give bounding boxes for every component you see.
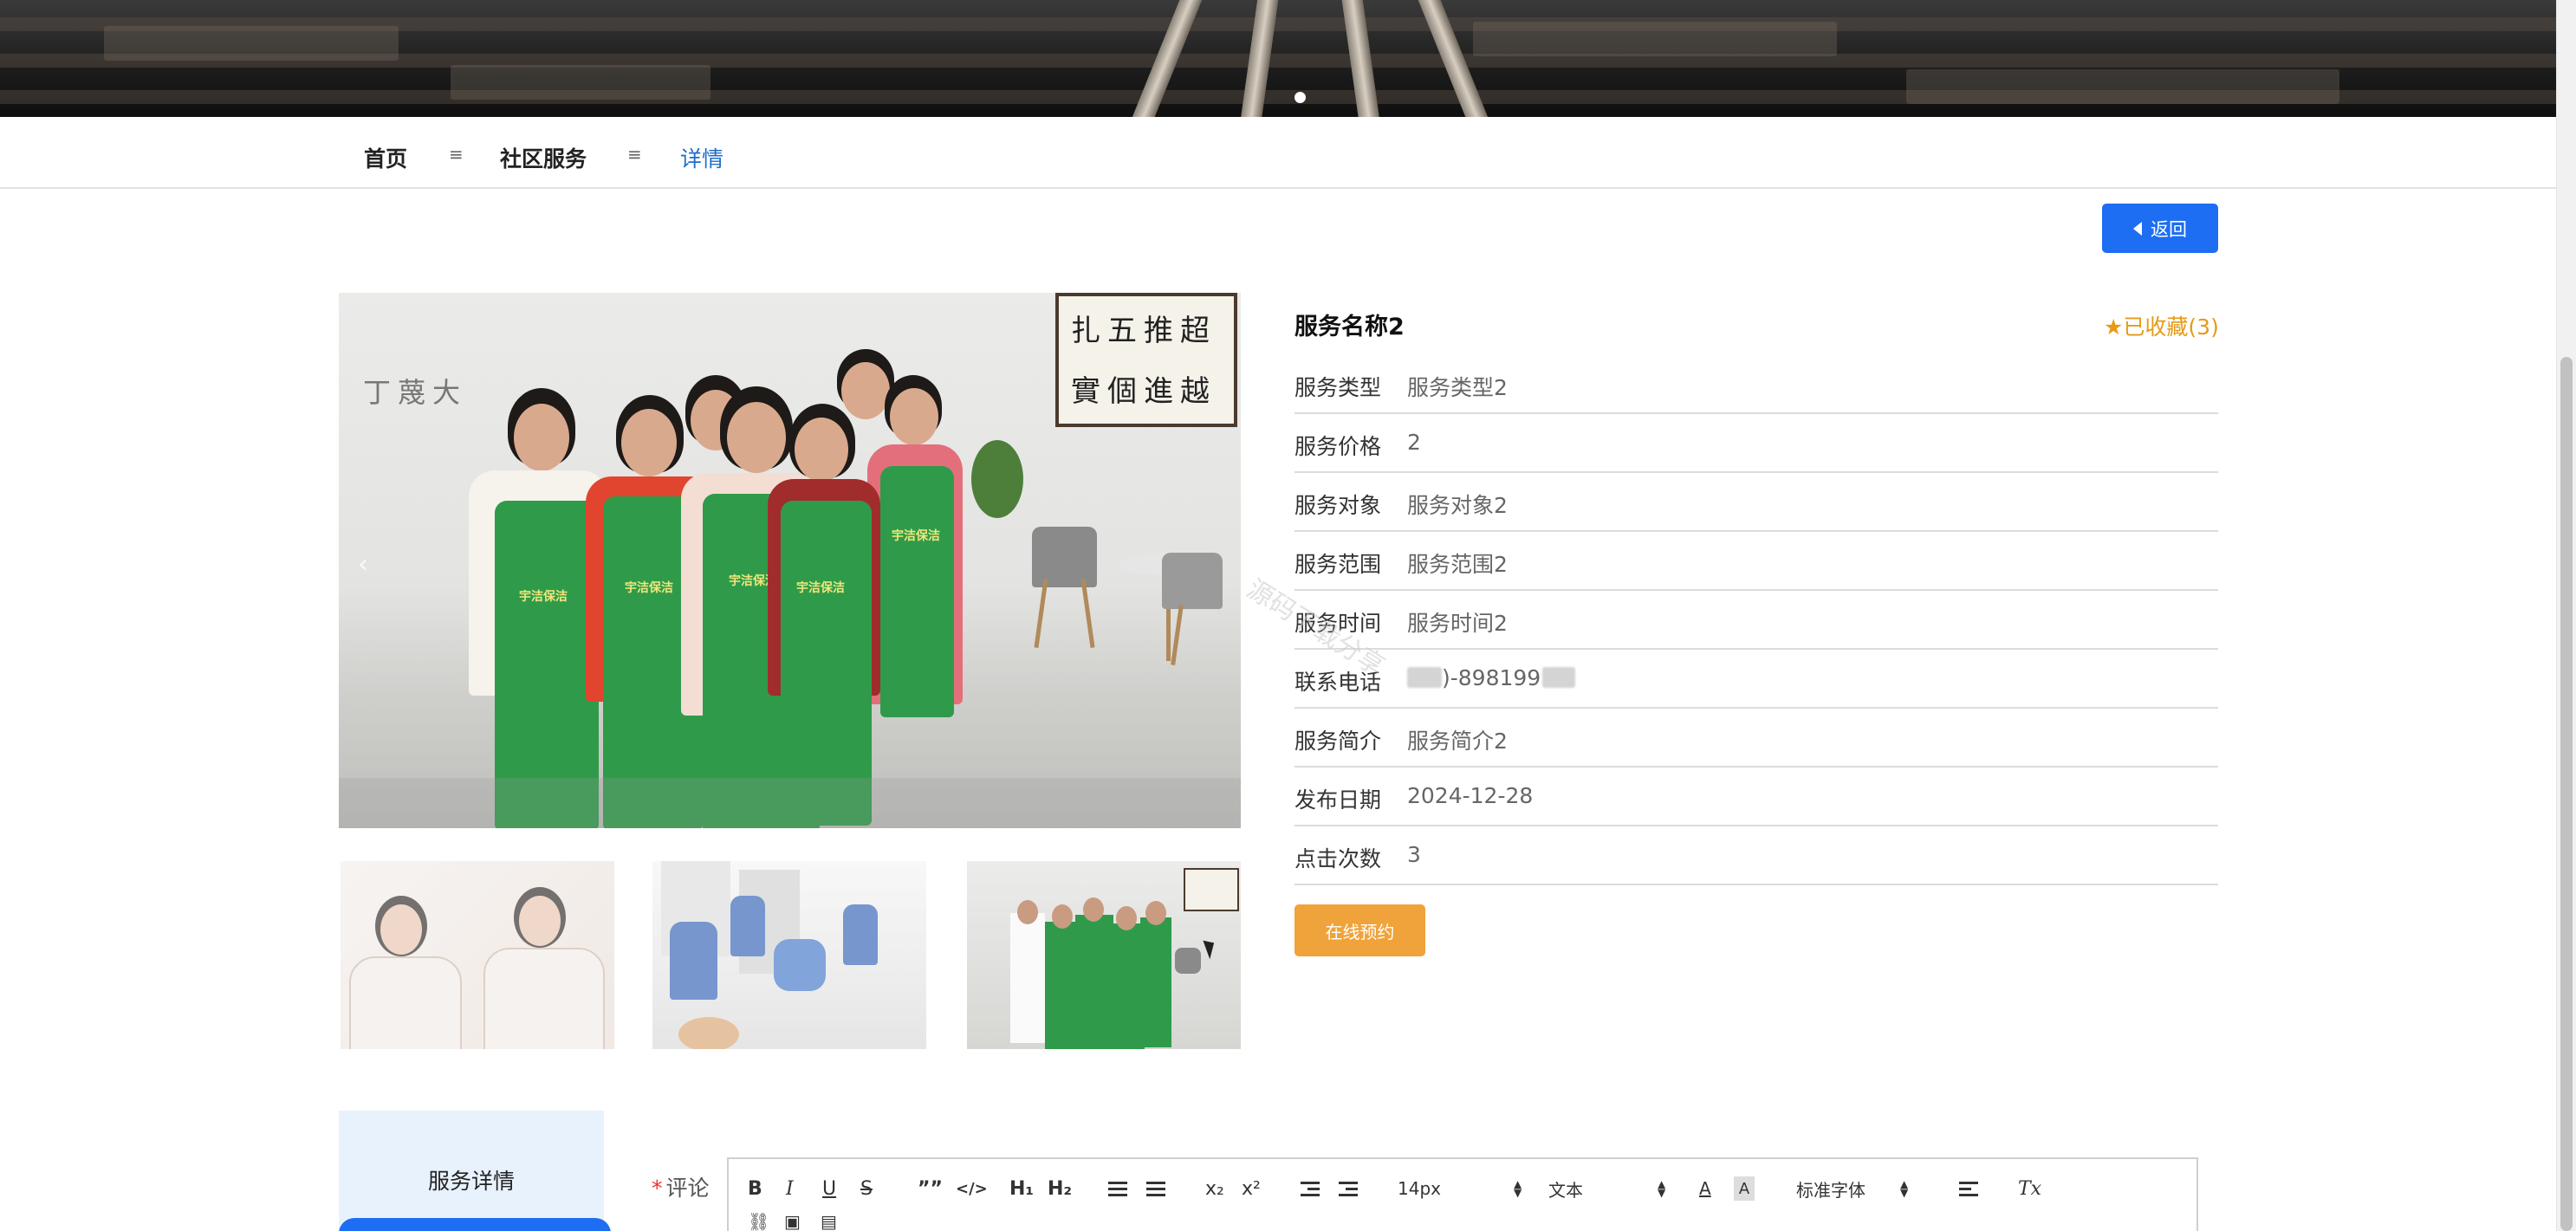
caret-left-icon bbox=[2133, 221, 2142, 236]
redacted-mask bbox=[1407, 667, 1442, 688]
book-online-button[interactable]: 在线预约 bbox=[1294, 904, 1425, 956]
outdent-icon[interactable] bbox=[1301, 1176, 1320, 1201]
strikethrough-button[interactable]: S bbox=[860, 1176, 873, 1201]
breadcrumb-home[interactable]: 首页 bbox=[364, 142, 407, 173]
star-icon: ★ bbox=[2104, 314, 2124, 340]
align-icon[interactable] bbox=[1959, 1176, 1978, 1201]
field-label: 发布日期 bbox=[1294, 787, 1382, 813]
updown-icon: ▲ ▼ bbox=[1513, 1178, 1522, 1199]
field-value-phone: )-898199 bbox=[1407, 665, 1576, 690]
scrollbar-thumb[interactable] bbox=[2560, 357, 2573, 1231]
service-title: 服务名称2 bbox=[1294, 314, 1405, 340]
field-row-publish-date: 发布日期 2024-12-28 bbox=[1294, 768, 2218, 826]
carousel-dot[interactable] bbox=[1294, 92, 1306, 103]
updown-icon: ▲ ▼ bbox=[1900, 1178, 1909, 1199]
breadcrumb-separator: ≡ bbox=[627, 144, 642, 165]
blockquote-button[interactable]: ”” bbox=[918, 1176, 943, 1201]
font-size-select[interactable]: 14px ▲ ▼ bbox=[1398, 1176, 1522, 1201]
field-row-service-price: 服务价格 2 bbox=[1294, 414, 2218, 473]
field-label: 服务类型 bbox=[1294, 375, 1382, 400]
image-icon[interactable]: ▣ bbox=[784, 1209, 801, 1231]
field-value: 服务时间2 bbox=[1407, 611, 1508, 636]
back-button-label: 返回 bbox=[2151, 218, 2187, 240]
back-button[interactable]: 返回 bbox=[2102, 204, 2218, 253]
field-label: 服务对象 bbox=[1294, 493, 1382, 518]
tab-active-indicator bbox=[339, 1218, 611, 1231]
tab-service-details[interactable]: 服务详情 bbox=[339, 1164, 604, 1195]
field-label: 服务简介 bbox=[1294, 729, 1382, 754]
field-value: 服务范围2 bbox=[1407, 552, 1508, 577]
page: 首页 ≡ 社区服务 ≡ 详情 返回 丁蔑大 扎五推超 實個進越 宇洁保洁 宇洁保… bbox=[0, 0, 2576, 1231]
hero-banner[interactable] bbox=[0, 0, 2556, 117]
superscript-button[interactable]: x² bbox=[1242, 1176, 1261, 1201]
clear-format-button[interactable]: Tx bbox=[2018, 1176, 2041, 1201]
text-color-icon[interactable]: A bbox=[1699, 1176, 1711, 1201]
scrollbar[interactable] bbox=[2556, 0, 2576, 1231]
ordered-list-icon[interactable] bbox=[1108, 1176, 1127, 1201]
field-value: 2024-12-28 bbox=[1407, 783, 1534, 808]
indent-icon[interactable] bbox=[1339, 1176, 1358, 1201]
heading-2-button[interactable]: H₂ bbox=[1048, 1176, 1072, 1201]
breadcrumb-current: 详情 bbox=[680, 146, 724, 172]
breadcrumb: 首页 ≡ 社区服务 ≡ 详情 bbox=[0, 117, 2556, 189]
breadcrumb-separator: ≡ bbox=[449, 144, 464, 165]
underline-button[interactable]: U bbox=[822, 1176, 836, 1201]
thumbnail-3[interactable] bbox=[967, 861, 1241, 1049]
link-icon[interactable]: ⛓ bbox=[748, 1209, 769, 1231]
italic-button[interactable]: I bbox=[786, 1176, 794, 1201]
thumbnail-2[interactable] bbox=[652, 861, 926, 1049]
background-color-icon[interactable]: A bbox=[1734, 1176, 1755, 1201]
field-row-service-type: 服务类型 服务类型2 bbox=[1294, 355, 2218, 414]
heading-1-button[interactable]: H₁ bbox=[1009, 1176, 1034, 1201]
field-value: 3 bbox=[1407, 842, 1421, 867]
field-value: 2 bbox=[1407, 430, 1421, 455]
detail-tabs: 服务详情 bbox=[339, 1111, 611, 1231]
font-family-select[interactable]: 标准字体 ▲ ▼ bbox=[1796, 1176, 1908, 1201]
subscript-button[interactable]: x₂ bbox=[1205, 1176, 1224, 1201]
video-icon[interactable]: ▤ bbox=[821, 1209, 837, 1231]
field-row-service-time: 服务时间 服务时间2 bbox=[1294, 591, 2218, 650]
redacted-mask bbox=[1542, 667, 1576, 688]
field-row-click-count: 点击次数 3 bbox=[1294, 826, 2218, 885]
field-row-contact-phone: 联系电话 )-898199 bbox=[1294, 650, 2218, 709]
wall-text: 丁蔑大 bbox=[363, 376, 468, 409]
field-row-service-scope: 服务范围 服务范围2 bbox=[1294, 532, 2218, 591]
favorite-button[interactable]: ★已收藏(3) bbox=[2104, 310, 2219, 341]
breadcrumb-community-service[interactable]: 社区服务 bbox=[500, 142, 587, 173]
main-service-photo[interactable]: 丁蔑大 扎五推超 實個進越 宇洁保洁 宇洁保洁 宇洁保洁 宇洁保洁 宇洁保洁 ‹ bbox=[339, 293, 1241, 828]
chevron-left-icon[interactable]: ‹ bbox=[358, 549, 368, 580]
bullet-list-icon[interactable] bbox=[1146, 1176, 1165, 1201]
bold-button[interactable]: B bbox=[748, 1176, 762, 1201]
thumbnail-1[interactable] bbox=[341, 861, 614, 1049]
code-block-button[interactable]: </> bbox=[956, 1176, 988, 1201]
header-format-select[interactable]: 文本 ▲ ▼ bbox=[1548, 1176, 1665, 1201]
required-mark: * bbox=[652, 1176, 663, 1201]
updown-icon: ▲ ▼ bbox=[1658, 1178, 1666, 1199]
field-label: 服务价格 bbox=[1294, 434, 1382, 459]
favorite-label: 已收藏(3) bbox=[2123, 314, 2219, 340]
field-row-service-intro: 服务简介 服务简介2 bbox=[1294, 709, 2218, 768]
field-value: 服务对象2 bbox=[1407, 493, 1508, 518]
comment-label: * 评论 bbox=[652, 1176, 710, 1201]
field-label: 点击次数 bbox=[1294, 846, 1382, 871]
field-row-service-target: 服务对象 服务对象2 bbox=[1294, 473, 2218, 532]
field-value: 服务类型2 bbox=[1407, 375, 1508, 400]
field-label: 服务范围 bbox=[1294, 552, 1382, 577]
calligraphy-frame: 扎五推超 實個進越 bbox=[1055, 293, 1237, 427]
comment-editor[interactable]: B I U S ”” </> H₁ H₂ x₂ x² 14px ▲ ▼ 文本 ▲ ▼ A… bbox=[727, 1157, 2198, 1231]
field-value: 服务简介2 bbox=[1407, 729, 1508, 754]
